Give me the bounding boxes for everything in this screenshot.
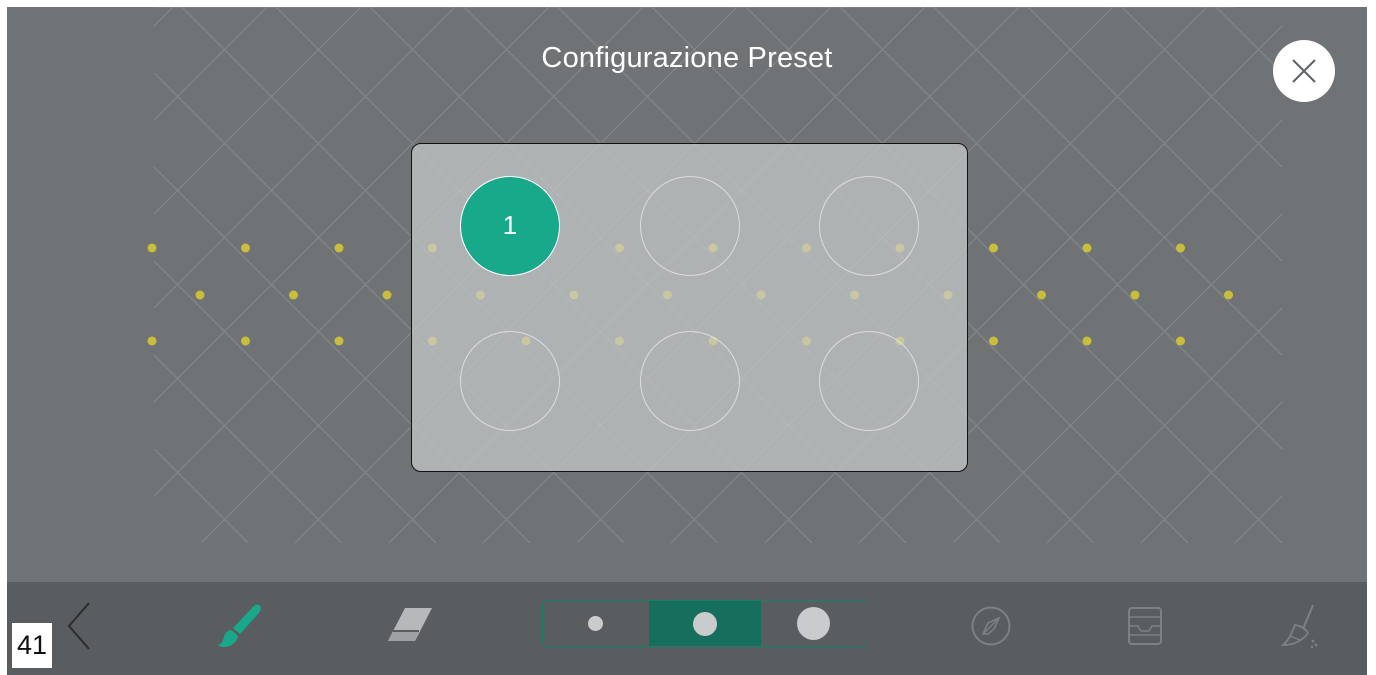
preset-slot-1[interactable]: 1 <box>460 176 560 276</box>
brush-size-medium[interactable] <box>649 601 761 646</box>
inbox-tray-icon <box>1128 607 1162 645</box>
preset-slot-6[interactable] <box>819 331 919 431</box>
chevron-left-icon <box>67 602 90 650</box>
preset-slot-2[interactable] <box>640 176 740 276</box>
brush-tool-button[interactable] <box>215 602 265 650</box>
back-button[interactable] <box>65 600 95 652</box>
preset-slot-5[interactable] <box>640 331 740 431</box>
broom-icon <box>1280 604 1318 649</box>
page-title: Configurazione Preset <box>541 42 833 74</box>
brush-size-small[interactable] <box>543 601 649 646</box>
tray-button[interactable] <box>1127 606 1163 646</box>
brush-size-selector <box>542 600 866 647</box>
medium-dot-icon <box>693 612 717 636</box>
close-icon <box>1292 59 1316 83</box>
eraser-icon <box>388 608 432 641</box>
app-window: Configurazione Preset 1 <box>7 7 1367 675</box>
preset-slot-3[interactable] <box>819 176 919 276</box>
preset-panel: 1 <box>411 143 968 472</box>
bottom-toolbar <box>7 582 1367 675</box>
compass-button[interactable] <box>970 605 1012 647</box>
clear-button[interactable] <box>1279 602 1319 650</box>
eraser-tool-button[interactable] <box>383 604 435 646</box>
page-number: 41 <box>12 623 52 668</box>
compass-icon <box>971 606 1011 646</box>
large-dot-icon <box>797 607 830 640</box>
brush-icon <box>218 604 261 647</box>
preset-slot-4[interactable] <box>460 331 560 431</box>
brush-size-large[interactable] <box>761 601 865 646</box>
small-dot-icon <box>588 616 603 631</box>
close-button[interactable] <box>1273 40 1335 102</box>
